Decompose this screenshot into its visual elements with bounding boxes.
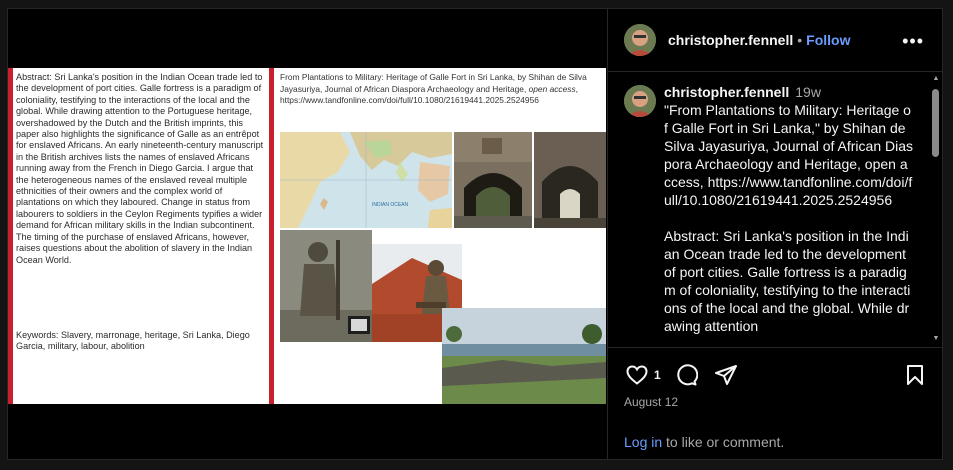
slide-citation: From Plantations to Military: Heritage o… [280, 72, 606, 107]
caption-avatar[interactable] [624, 85, 656, 117]
slide-red-divider [269, 68, 274, 404]
follow-button[interactable]: Follow [806, 32, 850, 48]
avatar[interactable] [624, 24, 656, 56]
caption-username[interactable]: christopher.fennell [664, 84, 789, 100]
slide-keywords-text: Keywords: Slavery, marronage, heritage, … [16, 330, 250, 352]
login-prompt-text: to like or comment. [662, 434, 785, 450]
fort-gate-image-2 [534, 132, 606, 228]
caption-text: "From Plantations to Military: Heritage … [664, 102, 913, 334]
scrollbar-thumb[interactable] [932, 89, 939, 157]
indian-ocean-map-image: INDIAN OCEAN [280, 132, 452, 228]
caption-scroll-area[interactable]: christopher.fennell 19w "From Plantations… [608, 73, 942, 347]
post-dialog: Abstract: Sri Lanka's position in the In… [7, 8, 943, 460]
caption: christopher.fennell 19w "From Plantations… [664, 83, 914, 335]
citation-open-access: open access [528, 83, 576, 94]
slide-abstract-text: Abstract: Sri Lanka's position in the In… [16, 72, 264, 265]
more-options-icon[interactable]: ••• [902, 31, 924, 52]
map-ocean-label: INDIAN OCEAN [372, 202, 409, 208]
soldier-statue-image [280, 230, 372, 342]
login-link[interactable]: Log in [624, 434, 662, 450]
share-icon[interactable] [713, 362, 739, 388]
bookmark-icon[interactable] [902, 362, 928, 388]
fort-gate-image-1 [454, 132, 532, 228]
post-header: christopher.fennell • Follow ••• [608, 9, 942, 72]
scroll-up-arrow-icon[interactable]: ▲ [932, 75, 940, 83]
header-username[interactable]: christopher.fennell [668, 32, 793, 48]
comment-icon[interactable] [673, 362, 699, 388]
scroll-down-arrow-icon[interactable]: ▼ [932, 335, 940, 343]
login-prompt: Log in to like or comment. [624, 434, 784, 450]
slide-red-border [8, 68, 13, 404]
post-media[interactable]: Abstract: Sri Lanka's position in the In… [8, 9, 606, 459]
galle-coast-image [442, 308, 606, 404]
post-slide-image: Abstract: Sri Lanka's position in the In… [8, 68, 606, 404]
action-icon-row: 1 [624, 362, 739, 388]
post-sidebar: christopher.fennell • Follow ••• christo… [607, 9, 942, 459]
post-actions: 1 August 12 Log in to like or comment. [608, 347, 942, 459]
header-separator: • [797, 32, 803, 48]
heart-icon[interactable] [624, 362, 650, 388]
post-date[interactable]: August 12 [624, 395, 678, 409]
like-count[interactable]: 1 [654, 368, 661, 382]
caption-age[interactable]: 19w [795, 84, 821, 100]
